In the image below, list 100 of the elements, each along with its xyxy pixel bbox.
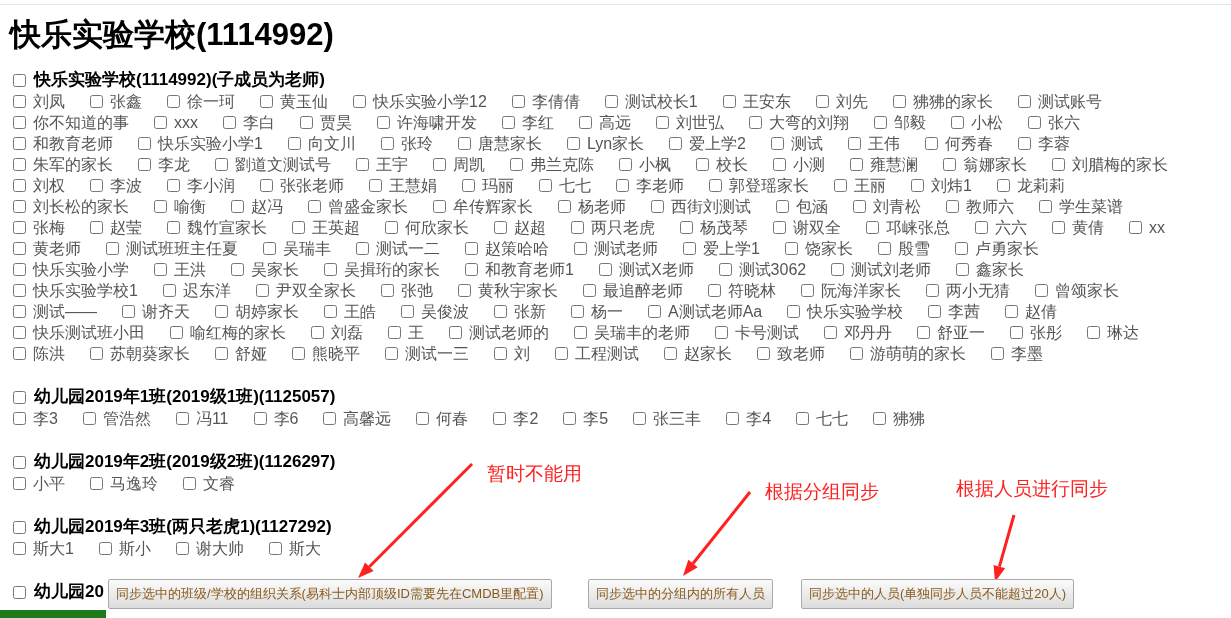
member-checkbox[interactable] <box>106 242 119 255</box>
member-checkbox[interactable] <box>943 158 956 171</box>
member-checkbox[interactable] <box>619 158 632 171</box>
member-checkbox[interactable] <box>175 542 189 555</box>
member-checkbox[interactable] <box>502 116 515 129</box>
member-checkbox[interactable] <box>975 221 988 234</box>
member-checkbox[interactable] <box>616 179 629 192</box>
member-checkbox[interactable] <box>401 305 414 318</box>
member-checkbox[interactable] <box>215 305 228 318</box>
member-checkbox[interactable] <box>566 137 580 150</box>
member-checkbox[interactable] <box>571 221 584 234</box>
member-checkbox[interactable] <box>925 137 938 150</box>
member-checkbox[interactable] <box>928 305 942 318</box>
member-checkbox[interactable] <box>353 95 366 108</box>
member-checkbox[interactable] <box>449 326 462 339</box>
member-checkbox[interactable] <box>494 221 507 234</box>
member-checkbox[interactable] <box>13 95 26 108</box>
member-checkbox[interactable] <box>90 477 103 490</box>
member-checkbox[interactable] <box>170 326 183 339</box>
member-checkbox[interactable] <box>138 137 151 150</box>
member-checkbox[interactable] <box>323 412 337 425</box>
member-checkbox[interactable] <box>539 179 552 192</box>
member-checkbox[interactable] <box>388 326 401 339</box>
member-checkbox[interactable] <box>13 242 26 255</box>
member-checkbox[interactable] <box>877 242 891 255</box>
member-checkbox[interactable] <box>574 326 587 339</box>
member-checkbox[interactable] <box>183 477 196 490</box>
member-checkbox[interactable] <box>494 347 507 360</box>
member-checkbox[interactable] <box>1129 221 1142 234</box>
member-checkbox[interactable] <box>215 347 228 360</box>
member-checkbox[interactable] <box>311 326 324 339</box>
member-checkbox[interactable] <box>13 542 26 555</box>
member-checkbox[interactable] <box>385 221 398 234</box>
member-checkbox[interactable] <box>465 242 478 255</box>
sync-button[interactable]: 同步选中的班级/学校的组织关系(易科士内部顶级ID需要先在CMDB里配置) <box>108 579 552 609</box>
member-checkbox[interactable] <box>892 95 906 108</box>
member-checkbox[interactable] <box>1005 305 1019 318</box>
member-checkbox[interactable] <box>651 200 664 213</box>
group-checkbox[interactable] <box>13 520 26 534</box>
member-checkbox[interactable] <box>1034 284 1048 297</box>
member-checkbox[interactable] <box>494 305 507 318</box>
member-checkbox[interactable] <box>13 200 26 213</box>
member-checkbox[interactable] <box>385 347 398 360</box>
group-checkbox[interactable] <box>13 73 26 87</box>
member-checkbox[interactable] <box>324 305 337 318</box>
member-checkbox[interactable] <box>1017 95 1031 108</box>
member-checkbox[interactable] <box>951 116 964 129</box>
member-checkbox[interactable] <box>13 263 26 276</box>
member-checkbox[interactable] <box>13 326 26 339</box>
member-checkbox[interactable] <box>138 158 151 171</box>
member-checkbox[interactable] <box>356 242 369 255</box>
member-checkbox[interactable] <box>873 412 887 425</box>
member-checkbox[interactable] <box>167 179 180 192</box>
member-checkbox[interactable] <box>13 284 26 297</box>
member-checkbox[interactable] <box>669 137 683 150</box>
member-checkbox[interactable] <box>13 137 26 150</box>
member-checkbox[interactable] <box>574 242 587 255</box>
member-checkbox[interactable] <box>253 412 267 425</box>
member-checkbox[interactable] <box>457 137 471 150</box>
member-checkbox[interactable] <box>1087 326 1100 339</box>
member-checkbox[interactable] <box>13 116 26 129</box>
member-checkbox[interactable] <box>853 200 866 213</box>
member-checkbox[interactable] <box>369 179 382 192</box>
member-checkbox[interactable] <box>13 221 26 234</box>
member-checkbox[interactable] <box>1018 137 1031 150</box>
member-checkbox[interactable] <box>90 95 103 108</box>
member-checkbox[interactable] <box>90 221 103 234</box>
member-checkbox[interactable] <box>776 200 789 213</box>
member-checkbox[interactable] <box>579 116 592 129</box>
member-checkbox[interactable] <box>784 242 798 255</box>
group-checkbox[interactable] <box>13 455 26 469</box>
member-checkbox[interactable] <box>680 221 693 234</box>
member-checkbox[interactable] <box>598 263 612 276</box>
member-checkbox[interactable] <box>167 221 180 234</box>
member-checkbox[interactable] <box>231 200 244 213</box>
member-checkbox[interactable] <box>433 158 446 171</box>
member-checkbox[interactable] <box>991 347 1004 360</box>
group-checkbox[interactable] <box>13 390 26 404</box>
member-checkbox[interactable] <box>563 412 577 425</box>
member-checkbox[interactable] <box>954 242 968 255</box>
member-checkbox[interactable] <box>231 263 244 276</box>
member-checkbox[interactable] <box>834 179 847 192</box>
member-checkbox[interactable] <box>707 284 721 297</box>
member-checkbox[interactable] <box>796 412 810 425</box>
member-checkbox[interactable] <box>300 116 313 129</box>
member-checkbox[interactable] <box>167 95 180 108</box>
member-checkbox[interactable] <box>215 158 228 171</box>
member-checkbox[interactable] <box>946 200 959 213</box>
member-checkbox[interactable] <box>773 221 786 234</box>
member-checkbox[interactable] <box>850 158 863 171</box>
member-checkbox[interactable] <box>648 305 661 318</box>
member-checkbox[interactable] <box>13 305 26 318</box>
member-checkbox[interactable] <box>457 284 471 297</box>
member-checkbox[interactable] <box>771 137 784 150</box>
member-checkbox[interactable] <box>268 542 282 555</box>
member-checkbox[interactable] <box>800 284 814 297</box>
member-checkbox[interactable] <box>757 347 770 360</box>
member-checkbox[interactable] <box>1010 326 1023 339</box>
member-checkbox[interactable] <box>13 412 26 425</box>
member-checkbox[interactable] <box>696 158 709 171</box>
